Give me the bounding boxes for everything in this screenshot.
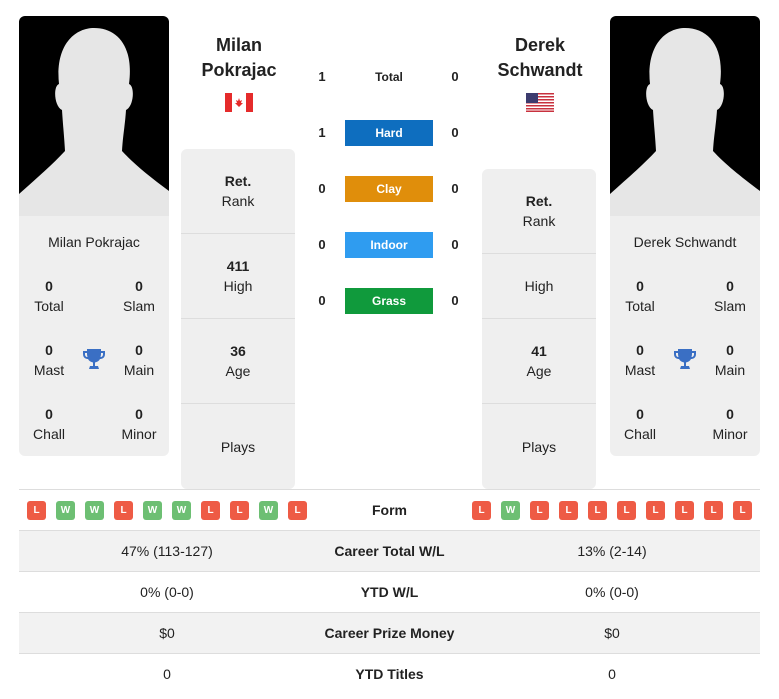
form-row: LWWLWWLLWL Form LWLLLLLLLL [19, 489, 760, 530]
player2-age: 41 Age [482, 319, 596, 404]
form-loss-badge[interactable]: L [472, 500, 491, 520]
form-loss-badge[interactable]: L [704, 500, 723, 520]
h2h-hard-right: 0 [451, 125, 459, 140]
player2-plays: Plays [521, 438, 557, 455]
player1-name[interactable]: Milan Pokrajac [174, 33, 304, 83]
form-label: Form [372, 502, 407, 518]
comparison-table: LWWLWWLLWL Form LWLLLLLLLL 47% (113-127)… [19, 489, 760, 694]
player1-form: LWWLWWLLWL [19, 500, 315, 520]
canada-flag-icon [225, 93, 253, 112]
h2h-total-row: 1 Total 0 [310, 64, 470, 90]
player2-rank: Ret. Rank [482, 169, 596, 254]
form-loss-badge[interactable]: L [733, 500, 752, 520]
h2h-hard-badge[interactable]: Hard [345, 120, 433, 146]
form-win-badge[interactable]: W [172, 500, 191, 520]
h2h-hard-left: 1 [318, 125, 326, 140]
form-loss-badge[interactable]: L [617, 500, 636, 520]
h2h-indoor-row: 0 Indoor 0 [310, 232, 470, 258]
silhouette-icon [19, 28, 169, 216]
h2h-total-label: Total [375, 70, 403, 84]
player1-age: 36 Age [181, 319, 295, 404]
player2-titles-mast: 0 Mast [624, 342, 656, 378]
trophy-icon [674, 349, 696, 369]
form-loss-badge[interactable]: L [114, 500, 133, 520]
player1-titles-mast: 0 Mast [33, 342, 65, 378]
player2-titles-chall: 0 Chall [624, 406, 656, 442]
form-loss-badge[interactable]: L [588, 500, 607, 520]
h2h-grass-left: 0 [318, 293, 326, 308]
form-loss-badge[interactable]: L [288, 500, 307, 520]
player2-card-name: Derek Schwandt [633, 234, 737, 250]
player1-high: 411 High [181, 234, 295, 319]
player2-value: 13% (2-14) [577, 543, 647, 559]
form-loss-badge[interactable]: L [230, 500, 249, 520]
form-loss-badge[interactable]: L [675, 500, 694, 520]
player1-titles-minor: 0 Minor [121, 406, 157, 442]
form-win-badge[interactable]: W [85, 500, 104, 520]
player1-card-name: Milan Pokrajac [48, 234, 140, 250]
h2h-total-left: 1 [318, 69, 326, 84]
usa-flag-icon [526, 93, 554, 112]
row-label: Career Prize Money [324, 625, 455, 641]
table-row: $0 Career Prize Money $0 [19, 612, 760, 653]
h2h-grass-right: 0 [451, 293, 459, 308]
player2-titles-minor: 0 Minor [712, 406, 748, 442]
player1-value: 47% (113-127) [121, 543, 213, 559]
form-win-badge[interactable]: W [501, 500, 520, 520]
player2-card: Derek Schwandt 0 Total 0 Slam 0 Mast 0 Main … [610, 16, 760, 456]
player2-value: 0% (0-0) [585, 584, 639, 600]
form-loss-badge[interactable]: L [646, 500, 665, 520]
h2h-total-right: 0 [451, 69, 459, 84]
h2h-grass-row: 0 Grass 0 [310, 288, 470, 314]
player1-titles-total: 0 Total [34, 278, 64, 314]
table-row: 0% (0-0) YTD W/L 0% (0-0) [19, 571, 760, 612]
player2-titles-slam: 0 Slam [714, 278, 746, 314]
h2h-clay-badge[interactable]: Clay [345, 176, 433, 202]
player2-stats: Ret. Rank High 41 Age Plays [482, 169, 596, 489]
player2-value: $0 [604, 625, 620, 641]
form-loss-badge[interactable]: L [530, 500, 549, 520]
form-win-badge[interactable]: W [143, 500, 162, 520]
form-loss-badge[interactable]: L [201, 500, 220, 520]
row-label: YTD W/L [360, 584, 419, 600]
h2h-clay-left: 0 [318, 181, 326, 196]
player2-form: LWLLLLLLLL [464, 500, 760, 520]
player2-titles-main: 0 Main [714, 342, 746, 378]
row-label: Career Total W/L [334, 543, 445, 559]
form-win-badge[interactable]: W [56, 500, 75, 520]
player2-header: Derek Schwandt [475, 33, 605, 112]
player1-header: Milan Pokrajac [174, 33, 304, 112]
player1-titles-main: 0 Main [123, 342, 155, 378]
player1-value: $0 [159, 625, 175, 641]
player2-name[interactable]: Derek Schwandt [475, 33, 605, 83]
player1-value: 0% (0-0) [140, 584, 194, 600]
h2h-hard-row: 1 Hard 0 [310, 120, 470, 146]
form-win-badge[interactable]: W [259, 500, 278, 520]
player1-stats: Ret. Rank 411 High 36 Age Plays [181, 149, 295, 489]
h2h-indoor-badge[interactable]: Indoor [345, 232, 433, 258]
h2h-clay-right: 0 [451, 181, 459, 196]
table-row: 0 YTD Titles 0 [19, 653, 760, 694]
table-row: 47% (113-127) Career Total W/L 13% (2-14… [19, 530, 760, 571]
h2h-grass-badge[interactable]: Grass [345, 288, 433, 314]
form-loss-badge[interactable]: L [559, 500, 578, 520]
player1-titles-slam: 0 Slam [123, 278, 155, 314]
player1-rank: Ret. Rank [181, 149, 295, 234]
row-label: YTD Titles [355, 666, 424, 682]
h2h-indoor-right: 0 [451, 237, 459, 252]
player1-titles-chall: 0 Chall [33, 406, 65, 442]
trophy-icon [83, 349, 105, 369]
silhouette-icon [610, 28, 760, 216]
player1-plays: Plays [220, 438, 256, 455]
player1-card: Milan Pokrajac 0 Total 0 Slam 0 Mast 0 Main … [19, 16, 169, 456]
h2h-clay-row: 0 Clay 0 [310, 176, 470, 202]
form-loss-badge[interactable]: L [27, 500, 46, 520]
player2-high: High [482, 254, 596, 319]
h2h-indoor-left: 0 [318, 237, 326, 252]
player2-photo [610, 16, 760, 216]
player1-photo [19, 16, 169, 216]
player2-titles-total: 0 Total [625, 278, 655, 314]
player2-value: 0 [608, 666, 616, 682]
player1-value: 0 [163, 666, 171, 682]
